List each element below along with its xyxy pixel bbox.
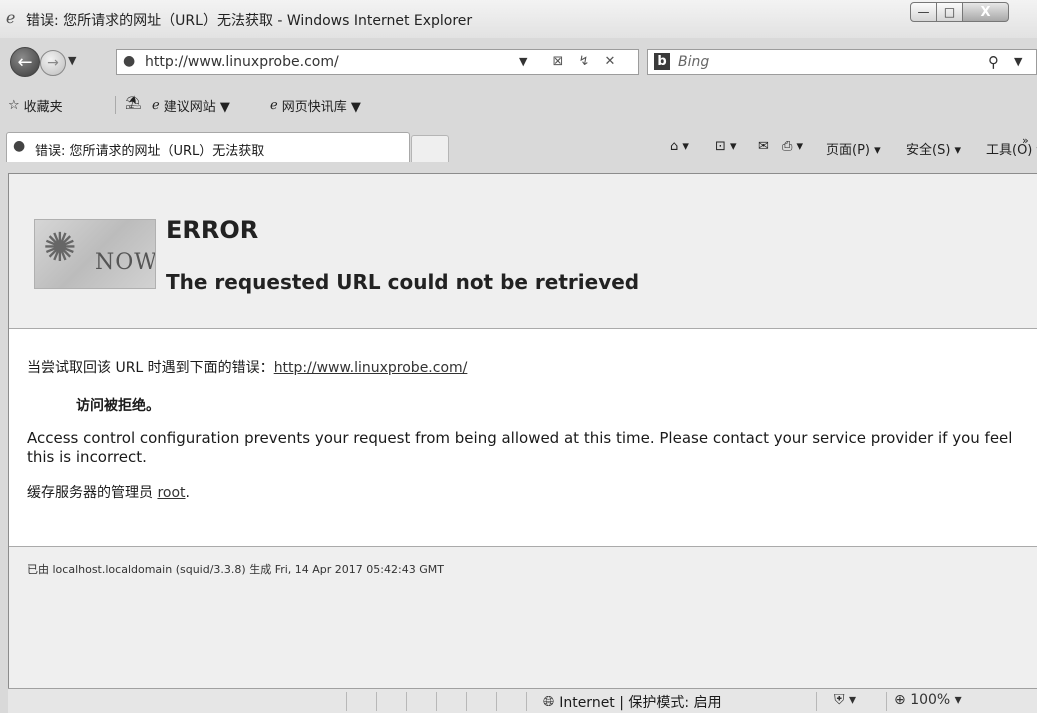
address-dropdown-icon[interactable]: ▼ (519, 55, 527, 68)
new-tab-button[interactable] (411, 135, 449, 162)
navigation-bar: ← → ▼ ● http://www.linuxprobe.com/ ▼ ⊠ ↯… (0, 44, 1037, 80)
bing-logo-icon: b (654, 53, 670, 70)
status-divider (496, 692, 497, 711)
page-subtitle: The requested URL could not be retrieved (166, 270, 640, 294)
window-controls: — □ X (910, 2, 1009, 22)
favorites-star-icon: ☆ (8, 98, 20, 113)
status-divider (466, 692, 467, 711)
divider (9, 328, 1037, 329)
ie-page-icon: ℯ (270, 98, 278, 113)
more-commands-button[interactable]: » (1022, 134, 1029, 147)
recent-pages-dropdown[interactable]: ▼ (68, 54, 76, 67)
status-divider (886, 692, 887, 711)
print-button[interactable]: ⎙ ▾ (782, 139, 803, 154)
favorites-item-label: 网页快讯库 ▼ (281, 100, 361, 115)
favorites-item-web-slice-gallery[interactable]: ℯ 网页快讯库 ▼ (270, 96, 361, 115)
home-button[interactable]: ⌂ ▾ (670, 139, 689, 154)
status-divider (526, 692, 527, 711)
globe-icon: 🌐︎ (543, 694, 555, 710)
favorites-button[interactable]: ☆ 收藏夹 (8, 96, 63, 115)
home-icon: ⌂ (670, 139, 679, 154)
admin-contact-text: 缓存服务器的管理员 (27, 485, 158, 501)
window-title: 错误: 您所请求的网址（URL）无法获取 - Windows Internet … (26, 13, 473, 29)
stop-icon[interactable]: ✕ (599, 52, 621, 72)
site-favicon-icon: ● (13, 138, 26, 154)
search-provider-dropdown-icon[interactable]: ▼ (1014, 55, 1022, 68)
status-divider (346, 692, 347, 711)
ie-logo-icon: ℯ (6, 8, 16, 27)
status-divider (436, 692, 437, 711)
security-zone[interactable]: 🌐︎ Internet | 保护模式: 启用 (543, 692, 722, 712)
favorites-item-suggested-sites[interactable]: ℯ 建议网站 ▼ (152, 96, 230, 115)
printer-icon: ⎙ (782, 139, 793, 154)
site-favicon-icon: ● (123, 53, 136, 69)
compatibility-view-icon[interactable]: ⊠ (547, 52, 569, 72)
status-bar: 🌐︎ Internet | 保护模式: 启用 ⛨ ▾ ⊕ 100% ▾ (8, 688, 1037, 713)
close-button[interactable]: X (963, 2, 1009, 22)
error-header: ✺ NOW ERROR The requested URL could not … (9, 174, 1037, 328)
safety-menu[interactable]: 安全(S) ▾ (906, 139, 961, 158)
error-footer: 已由 localhost.localdomain (squid/3.3.8) 生… (9, 547, 1037, 689)
security-zone-label: Internet | 保护模式: 启用 (559, 695, 722, 711)
add-favorite-icon: ⛱ (125, 96, 142, 111)
back-button[interactable]: ← (10, 47, 40, 77)
zoom-control[interactable]: ⊕ 100% ▾ (894, 692, 962, 708)
zoom-level: 100% (910, 692, 951, 708)
refresh-icon[interactable]: ↯ (573, 52, 595, 72)
page-menu[interactable]: 页面(P) ▾ (826, 139, 881, 158)
shield-lock-icon: ⛨ (834, 692, 845, 708)
search-box[interactable]: b Bing ⚲ ▼ (647, 49, 1037, 75)
requested-url-link[interactable]: http://www.linuxprobe.com/ (274, 360, 468, 376)
admin-email-link[interactable]: root (157, 485, 185, 501)
status-divider (376, 692, 377, 711)
error-description-text: 当尝试取回该 URL 时遇到下面的错误： (27, 360, 274, 376)
search-input[interactable]: Bing (678, 54, 709, 70)
tab-title: 错误: 您所请求的网址（URL）无法获取 (35, 144, 265, 159)
favorites-bar: ☆ 收藏夹 ⛱ ℯ 建议网站 ▼ ℯ 网页快讯库 ▼ (0, 92, 1037, 120)
favorites-item-label: 建议网站 ▼ (163, 100, 230, 115)
minimize-button[interactable]: — (910, 2, 937, 22)
page-title: ERROR (166, 216, 259, 244)
error-reason: 访问被拒绝。 (76, 398, 160, 414)
address-bar[interactable]: ● http://www.linuxprobe.com/ ▼ ⊠ ↯ ✕ (116, 49, 639, 75)
zoom-icon: ⊕ (894, 692, 906, 708)
rss-feed-icon: ⊡ (715, 139, 726, 154)
forward-arrow-icon: → (47, 55, 59, 71)
squid-icon: ✺ (43, 225, 77, 271)
ie-page-icon: ℯ (152, 98, 160, 113)
favorites-label: 收藏夹 (23, 100, 63, 115)
maximize-button[interactable]: □ (937, 2, 963, 22)
feeds-button[interactable]: ⊡ ▾ (715, 139, 737, 154)
footer-text: 已由 localhost.localdomain (squid/3.3.8) 生… (27, 563, 444, 576)
admin-contact: 缓存服务器的管理员 root. (27, 482, 190, 502)
add-to-favorites-bar-button[interactable]: ⛱ (125, 96, 142, 111)
tools-menu[interactable]: 工具(O) ▾ (986, 139, 1037, 158)
back-arrow-icon: ← (17, 52, 33, 73)
title-bar: ℯ 错误: 您所请求的网址（URL）无法获取 - Windows Interne… (0, 0, 1037, 38)
protected-mode-button[interactable]: ⛨ ▾ (834, 692, 856, 708)
error-description: 当尝试取回该 URL 时遇到下面的错误：http://www.linuxprob… (27, 357, 467, 377)
mail-icon: ✉ (758, 139, 769, 154)
address-input[interactable]: http://www.linuxprobe.com/ (145, 54, 339, 70)
squid-logo: ✺ NOW (34, 219, 156, 289)
tab-active[interactable]: ● 错误: 您所请求的网址（URL）无法获取 (6, 132, 410, 162)
status-divider (816, 692, 817, 711)
favorites-separator (115, 96, 116, 114)
logo-text: NOW (95, 250, 156, 275)
search-icon[interactable]: ⚲ (988, 53, 999, 71)
page-content: ✺ NOW ERROR The requested URL could not … (8, 173, 1037, 689)
error-explanation: Access control configuration prevents yo… (27, 429, 1013, 466)
read-mail-button[interactable]: ✉ (758, 139, 769, 154)
admin-contact-suffix: . (185, 485, 190, 501)
status-divider (406, 692, 407, 711)
forward-button[interactable]: → (40, 50, 66, 76)
